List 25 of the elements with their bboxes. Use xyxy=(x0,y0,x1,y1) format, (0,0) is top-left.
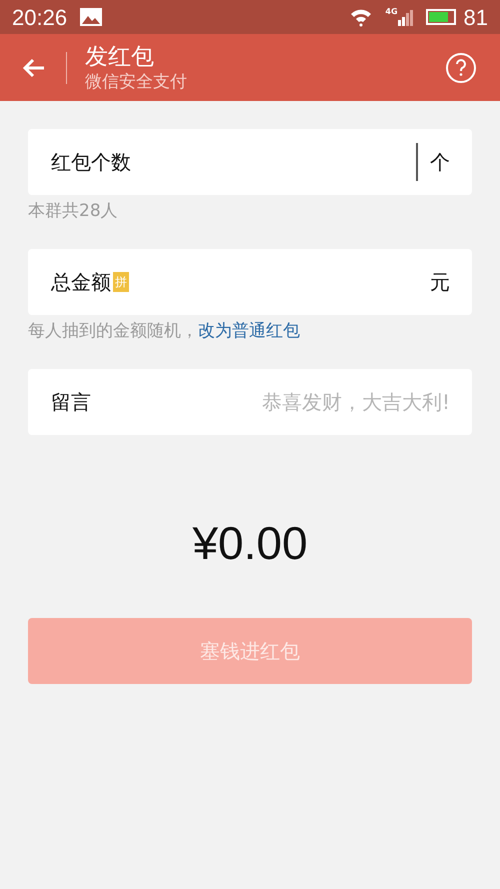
network-label: 4G xyxy=(385,6,398,18)
field-hint: 本群共28人 xyxy=(28,200,118,223)
battery-percent: 81 xyxy=(464,4,488,32)
page-subtitle: 微信安全支付 xyxy=(85,70,188,92)
unit-label: 个 xyxy=(430,149,450,176)
back-arrow-icon xyxy=(22,56,46,78)
status-time: 20:26 xyxy=(12,4,68,32)
field-hint: 每人抽到的金额随机， xyxy=(28,320,198,343)
message-field[interactable]: 留言 恭喜发财，大吉大利! xyxy=(28,369,472,435)
page-title: 发红包 xyxy=(85,42,155,70)
battery-icon xyxy=(426,9,456,25)
signal-icon xyxy=(398,8,414,26)
field-label: 留言 xyxy=(51,389,91,416)
unit-label: 元 xyxy=(430,269,450,296)
amount-total: ¥0.00 xyxy=(192,516,308,571)
help-button[interactable] xyxy=(446,52,476,82)
message-input[interactable]: 恭喜发财，大吉大利! xyxy=(220,387,450,417)
field-label: 总金额 xyxy=(51,269,111,296)
pinyin-badge: 拼 xyxy=(113,272,129,292)
switch-type-link[interactable]: 改为普通红包 xyxy=(198,319,300,344)
question-icon xyxy=(455,58,467,76)
image-icon xyxy=(79,7,104,27)
wifi-icon xyxy=(349,7,374,27)
count-field[interactable]: 红包个数 个 xyxy=(28,129,472,195)
field-label: 红包个数 xyxy=(51,149,131,176)
